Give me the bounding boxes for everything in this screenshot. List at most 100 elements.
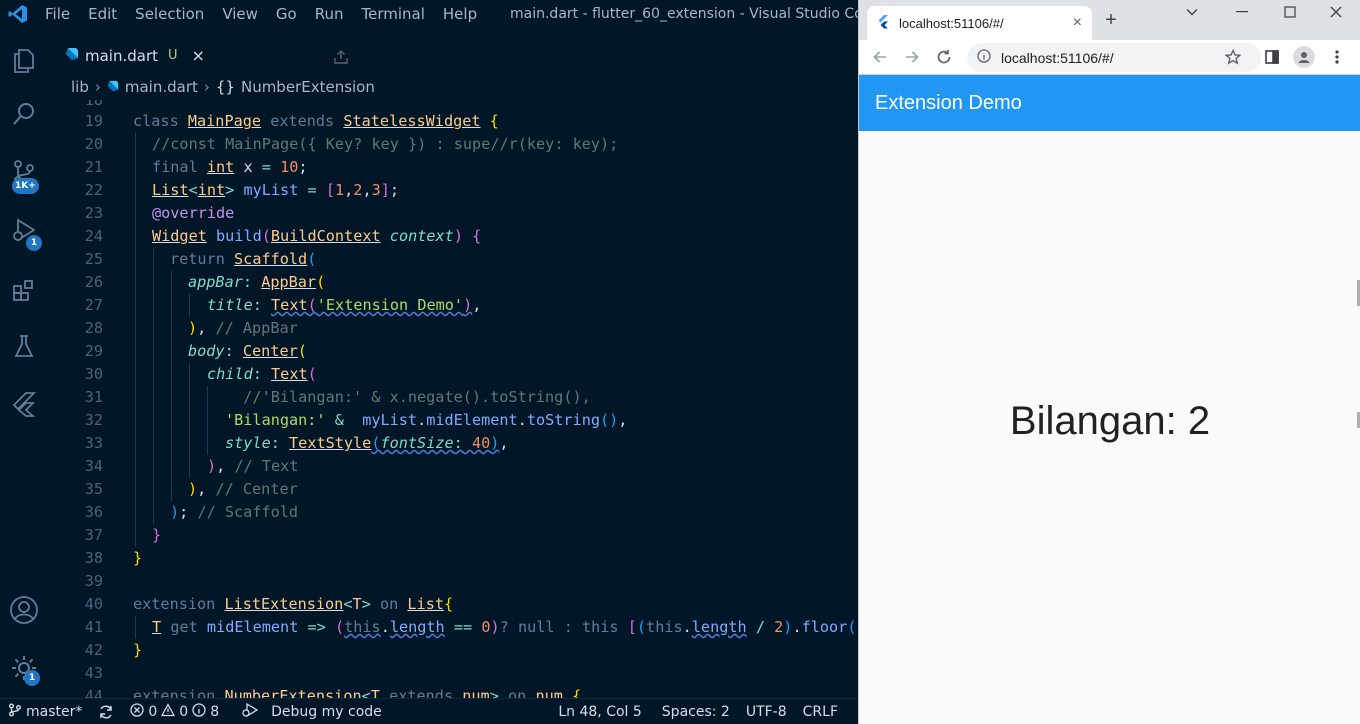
code-line: 29 body: Center(	[53, 340, 858, 363]
center-text: Bilangan: 2	[1009, 399, 1211, 443]
code-line: 40 extension ListExtension<T> on List{	[53, 593, 858, 616]
problems-indicator[interactable]: 0 0 8	[122, 702, 227, 721]
window-close-icon[interactable]	[1313, 0, 1359, 24]
info-count: 8	[210, 703, 220, 720]
flutter-icon[interactable]	[4, 384, 44, 424]
app-bar-title: Extension Demo	[875, 92, 1022, 114]
minimize-icon[interactable]	[1219, 0, 1265, 24]
account-icon[interactable]	[4, 590, 44, 630]
chevron-right-icon: ›	[94, 78, 101, 96]
sync-icon[interactable]	[90, 704, 122, 720]
tab-main-dart[interactable]: main.dart U ×	[53, 38, 217, 74]
browser-tab-strip: localhost:51106/#/ × +	[859, 0, 1360, 40]
run-debug-badge: 1	[26, 235, 42, 251]
address-bar[interactable]: localhost:51106/#/	[967, 43, 1261, 72]
kebab-menu-icon[interactable]	[1328, 48, 1346, 66]
line-number: 25	[84, 250, 103, 268]
breadcrumb-folder[interactable]: lib	[71, 78, 89, 96]
code-line: 20//const MainPage({ Key? key }) : supe/…	[53, 133, 858, 156]
code-line: 33 style: TextStyle(fontSize: 40),	[53, 432, 858, 455]
browser-tab-close-icon[interactable]: ×	[1073, 14, 1082, 32]
code-line: 43	[53, 662, 858, 685]
profile-avatar-icon[interactable]	[1293, 46, 1315, 68]
browser-window: localhost:51106/#/ × + localhost:51106/#…	[334, 0, 1360, 724]
status-bar: master* 0 0 8 Debug my code Ln 48, Col 5…	[0, 698, 858, 724]
new-tab-button[interactable]: +	[1101, 10, 1121, 30]
indentation[interactable]: Spaces: 2	[654, 704, 738, 720]
tab-close-icon[interactable]: ×	[192, 46, 205, 65]
title-bar: File Edit Selection View Go Run Terminal…	[0, 0, 858, 28]
debug-icon	[241, 702, 259, 722]
bookmark-star-icon[interactable]	[1224, 48, 1242, 66]
menu-go[interactable]: Go	[267, 0, 306, 28]
code-line: 22 List<int> myList = [1,2,3];	[53, 179, 858, 202]
dart-file-icon	[107, 78, 119, 96]
browser-toolbar: localhost:51106/#/	[334, 40, 1360, 75]
menu-terminal[interactable]: Terminal	[353, 0, 434, 28]
menu-selection[interactable]: Selection	[126, 0, 213, 28]
line-number: 21	[84, 158, 103, 176]
line-number: 36	[84, 503, 103, 521]
code-line: 42}	[53, 639, 858, 662]
code-line: 25 return Scaffold(	[53, 248, 858, 271]
code-line: 36); // Scaffold	[53, 501, 858, 524]
testing-icon[interactable]	[4, 326, 44, 366]
search-icon[interactable]	[4, 94, 44, 134]
vscode-logo-icon[interactable]	[0, 0, 36, 28]
menu-run[interactable]: Run	[306, 0, 353, 28]
reload-icon[interactable]	[931, 44, 957, 70]
debug-launch[interactable]: Debug my code	[233, 702, 390, 722]
code-line: 44 extension NumberExtension<T extends nu…	[53, 685, 858, 698]
flutter-favicon-icon	[877, 14, 889, 32]
line-number: 30	[84, 365, 103, 383]
warning-icon	[161, 702, 176, 721]
line-number: 31	[84, 388, 103, 406]
code-line: 34), // Text	[53, 455, 858, 478]
explorer-icon[interactable]	[4, 40, 44, 80]
status-branch[interactable]: master*	[0, 703, 90, 721]
warning-count: 0	[179, 703, 189, 720]
error-icon	[130, 702, 145, 721]
maximize-icon[interactable]	[1267, 0, 1313, 24]
side-panel-icon[interactable]	[1263, 48, 1281, 66]
line-number: 26	[84, 273, 103, 291]
code-area[interactable]: 18 19 class MainPage extends StatelessWid…	[53, 100, 858, 698]
code-line: 28), // AppBar	[53, 317, 858, 340]
menu-view[interactable]: View	[213, 0, 267, 28]
menu-edit[interactable]: Edit	[79, 0, 126, 28]
vscode-window: File Edit Selection View Go Run Terminal…	[0, 0, 858, 724]
activity-bar: 1K+ 1 1	[0, 28, 48, 698]
code-line: 39	[53, 570, 858, 593]
site-info-icon[interactable]	[977, 49, 991, 66]
end-of-line[interactable]: CRLF	[795, 704, 858, 720]
forward-arrow-icon[interactable]	[899, 44, 925, 70]
editor-tab-bar: main.dart U ×	[53, 28, 858, 74]
address-url: localhost:51106/#/	[1001, 49, 1114, 66]
line-number: 32	[84, 411, 103, 429]
breadcrumb-file[interactable]: main.dart	[125, 78, 198, 96]
tab-search-chevron-icon[interactable]	[1169, 0, 1215, 24]
code-line: 24 Widget build(BuildContext context) {	[53, 225, 858, 248]
encoding[interactable]: UTF-8	[738, 704, 795, 720]
menu-file[interactable]: File	[36, 0, 79, 28]
back-arrow-icon[interactable]	[867, 44, 893, 70]
git-branch-icon	[8, 703, 22, 721]
line-number: 41	[84, 618, 103, 636]
breadcrumb-symbol[interactable]: NumberExtension	[241, 78, 375, 96]
code-line: 21 final int x = 10;	[53, 156, 858, 179]
cursor-position[interactable]: Ln 48, Col 5	[550, 704, 649, 720]
line-number: 42	[84, 641, 103, 659]
code-line: 31 //'Bilangan:' & x.negate().toString()…	[53, 386, 858, 409]
window-title: main.dart - flutter_60_extension - Visua…	[510, 6, 858, 22]
code-line: 19 class MainPage extends StatelessWidget…	[53, 110, 858, 133]
error-count: 0	[148, 703, 158, 720]
line-number: 44	[84, 687, 103, 698]
browser-tab[interactable]: localhost:51106/#/ ×	[867, 6, 1092, 40]
flutter-app-body: Bilangan: 2	[859, 131, 1360, 724]
menu-help[interactable]: Help	[434, 0, 486, 28]
chevron-right-icon: ›	[203, 78, 210, 96]
code-line: 27 title: Text('Extension Demo'),	[53, 294, 858, 317]
extensions-icon[interactable]	[4, 270, 44, 310]
line-number: 23	[84, 204, 103, 222]
settings-badge: 1	[24, 670, 40, 686]
